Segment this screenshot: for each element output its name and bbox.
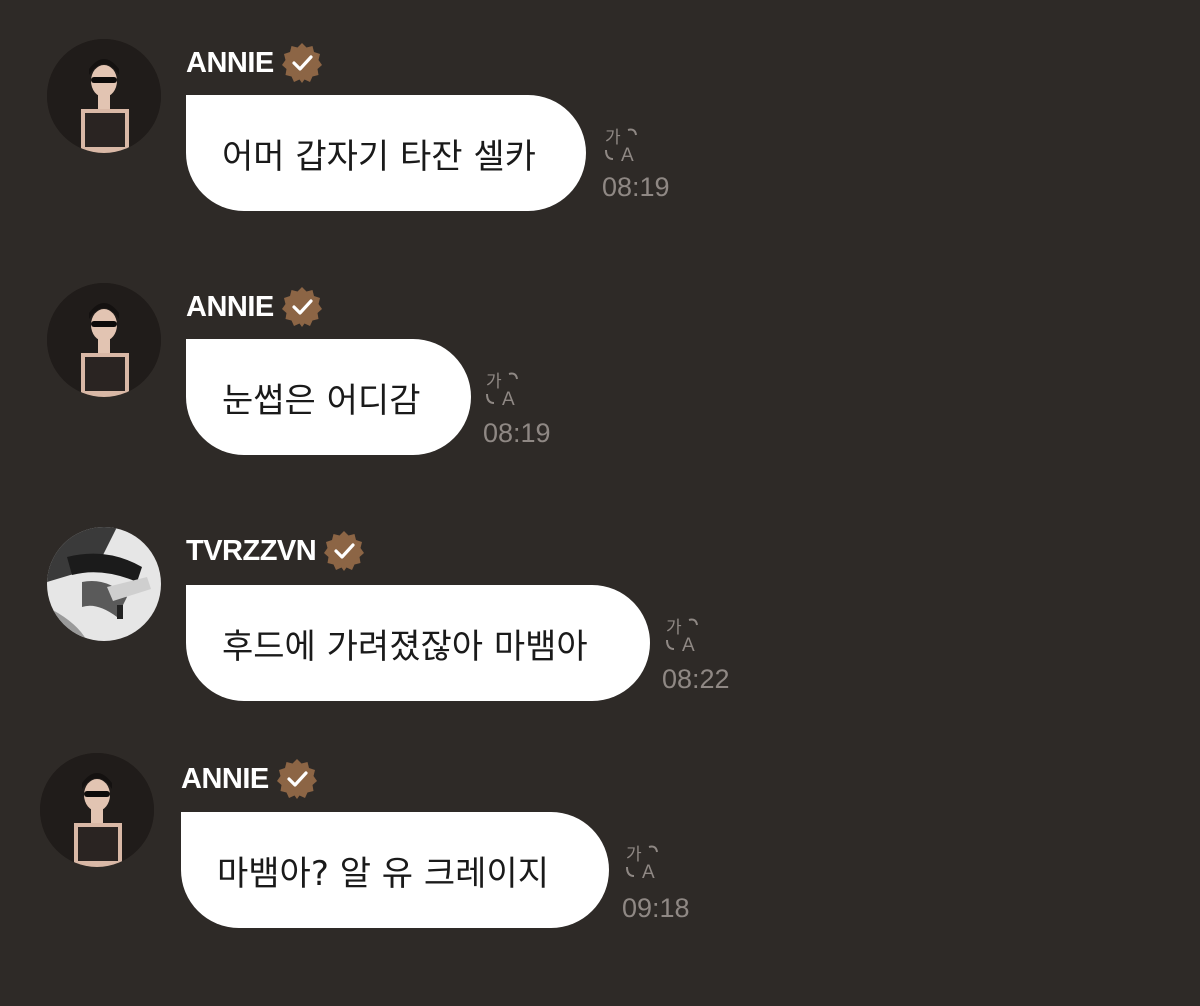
username[interactable]: TVRZZVN <box>186 535 317 568</box>
message-text: 마뱀아? 알 유 크레이지 <box>217 853 549 894</box>
username[interactable]: ANNIE <box>181 763 269 796</box>
svg-text:A: A <box>502 389 515 410</box>
avatar[interactable] <box>47 283 161 397</box>
svg-text:가: 가 <box>626 845 642 865</box>
translate-icon[interactable]: 가 A <box>664 613 708 657</box>
svg-text:A: A <box>682 635 695 656</box>
avatar[interactable] <box>47 527 161 641</box>
message-bubble[interactable]: 후드에 가려졌잖아 마뱀아 <box>186 585 650 701</box>
svg-text:가: 가 <box>666 618 682 638</box>
message-text: 눈썹은 어디감 <box>222 380 421 421</box>
annie-avatar-image <box>40 753 154 867</box>
tvrzzvn-avatar-image <box>47 527 161 641</box>
message-bubble[interactable]: 눈썹은 어디감 <box>186 339 471 455</box>
message-text: 후드에 가려졌잖아 마뱀아 <box>222 626 588 667</box>
username[interactable]: ANNIE <box>186 291 274 324</box>
translate-icon[interactable]: 가 A <box>624 840 668 884</box>
svg-text:가: 가 <box>486 372 502 392</box>
chat-message: ANNIE 마뱀아? 알 유 크레이지 가 A 09:18 <box>0 0 1200 928</box>
verified-badge-icon <box>324 531 365 571</box>
avatar[interactable] <box>40 753 154 867</box>
verified-badge-icon <box>276 759 317 799</box>
verified-badge-icon <box>281 287 322 327</box>
message-timestamp: 09:18 <box>622 893 690 923</box>
message-bubble[interactable]: 마뱀아? 알 유 크레이지 <box>181 812 609 928</box>
translate-icon[interactable]: 가 A <box>484 367 528 411</box>
svg-text:A: A <box>642 862 655 883</box>
message-timestamp: 08:19 <box>483 418 551 448</box>
message-timestamp: 08:22 <box>662 664 730 694</box>
annie-avatar-image <box>47 283 161 397</box>
